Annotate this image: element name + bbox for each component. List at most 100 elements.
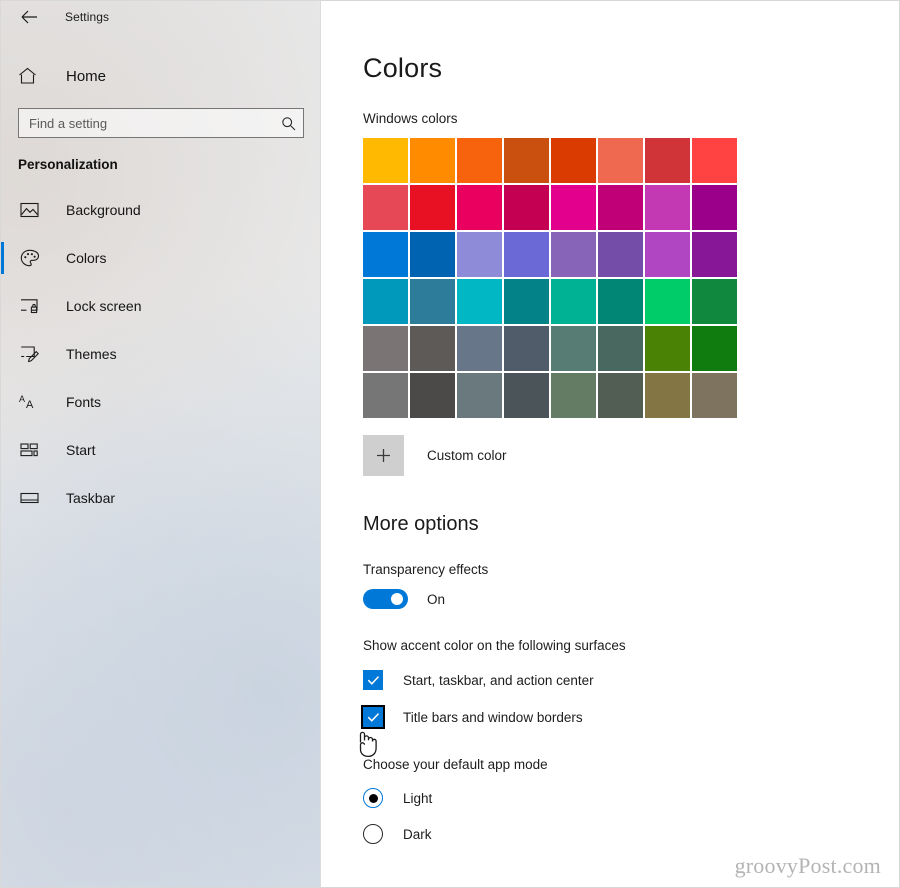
color-swatch[interactable] xyxy=(410,185,455,230)
image-icon xyxy=(18,199,40,221)
color-swatch[interactable] xyxy=(598,232,643,277)
checkbox-start-taskbar[interactable] xyxy=(363,670,383,690)
window-titlebar: Settings xyxy=(1,1,320,33)
transparency-toggle[interactable] xyxy=(363,589,408,609)
color-swatch[interactable] xyxy=(410,232,455,277)
color-swatch[interactable] xyxy=(363,373,408,418)
sidebar-item-themes[interactable]: Themes xyxy=(1,330,320,378)
color-swatch[interactable] xyxy=(645,185,690,230)
color-swatch[interactable] xyxy=(457,373,502,418)
color-swatch[interactable] xyxy=(692,138,737,183)
color-swatch[interactable] xyxy=(457,279,502,324)
color-swatch[interactable] xyxy=(410,138,455,183)
color-swatch[interactable] xyxy=(363,185,408,230)
radio-row-light[interactable]: Light xyxy=(321,788,899,808)
accent-surfaces-label: Show accent color on the following surfa… xyxy=(363,638,626,653)
windows-colors-grid xyxy=(363,138,737,418)
svg-text:A: A xyxy=(19,394,25,404)
sidebar-item-lock-screen[interactable]: Lock screen xyxy=(1,282,320,330)
color-swatch[interactable] xyxy=(410,373,455,418)
sidebar-item-start[interactable]: Start xyxy=(1,426,320,474)
color-swatch[interactable] xyxy=(504,279,549,324)
fonts-aa-icon: A A xyxy=(18,391,40,413)
search-icon[interactable] xyxy=(279,116,297,131)
checkbox-row-start-taskbar[interactable]: Start, taskbar, and action center xyxy=(321,670,899,690)
plus-icon[interactable] xyxy=(363,435,404,476)
color-swatch[interactable] xyxy=(692,326,737,371)
color-swatch[interactable] xyxy=(504,232,549,277)
color-swatch[interactable] xyxy=(551,279,596,324)
start-tiles-icon xyxy=(18,439,40,461)
radio-light[interactable] xyxy=(363,788,383,808)
radio-row-dark[interactable]: Dark xyxy=(321,824,899,844)
color-swatch[interactable] xyxy=(598,138,643,183)
toggle-knob xyxy=(391,593,403,605)
checkbox-label: Start, taskbar, and action center xyxy=(403,672,594,688)
color-swatch[interactable] xyxy=(645,138,690,183)
color-swatch[interactable] xyxy=(598,373,643,418)
selection-indicator xyxy=(1,242,4,274)
color-swatch[interactable] xyxy=(692,279,737,324)
color-swatch[interactable] xyxy=(645,232,690,277)
sidebar-item-colors[interactable]: Colors xyxy=(1,234,320,282)
back-arrow-icon[interactable] xyxy=(13,2,45,32)
checkbox-row-title-bars[interactable]: Title bars and window borders xyxy=(321,705,899,729)
sidebar-home-label: Home xyxy=(66,67,107,85)
color-swatch[interactable] xyxy=(504,185,549,230)
color-swatch[interactable] xyxy=(692,232,737,277)
checkbox-title-bars[interactable] xyxy=(361,705,385,729)
more-options-title: More options xyxy=(363,513,479,535)
color-swatch[interactable] xyxy=(504,373,549,418)
color-swatch[interactable] xyxy=(692,373,737,418)
sidebar-item-label: Colors xyxy=(66,250,107,266)
page-title: Colors xyxy=(363,53,443,83)
color-swatch[interactable] xyxy=(504,138,549,183)
transparency-toggle-row: On xyxy=(321,589,899,609)
color-swatch[interactable] xyxy=(551,138,596,183)
radio-label: Dark xyxy=(403,826,432,842)
radio-dark[interactable] xyxy=(363,824,383,844)
color-swatch[interactable] xyxy=(645,326,690,371)
color-swatch[interactable] xyxy=(551,232,596,277)
color-swatch[interactable] xyxy=(692,185,737,230)
sidebar-item-home[interactable]: Home xyxy=(1,56,320,96)
search-input[interactable] xyxy=(29,115,279,131)
sidebar-item-fonts[interactable]: A A Fonts xyxy=(1,378,320,426)
radio-label: Light xyxy=(403,790,433,806)
color-swatch[interactable] xyxy=(457,232,502,277)
search-box[interactable] xyxy=(18,108,304,138)
palette-icon xyxy=(18,247,40,269)
color-swatch[interactable] xyxy=(363,326,408,371)
color-swatch[interactable] xyxy=(363,279,408,324)
color-swatch[interactable] xyxy=(645,373,690,418)
sidebar-section-title: Personalization xyxy=(18,157,118,172)
sidebar-item-background[interactable]: Background xyxy=(1,186,320,234)
sidebar-item-label: Themes xyxy=(66,346,117,362)
color-swatch[interactable] xyxy=(410,326,455,371)
color-swatch[interactable] xyxy=(457,326,502,371)
color-swatch[interactable] xyxy=(645,279,690,324)
color-swatch[interactable] xyxy=(598,326,643,371)
color-swatch[interactable] xyxy=(504,326,549,371)
checkbox-label: Title bars and window borders xyxy=(403,709,583,725)
color-swatch[interactable] xyxy=(363,138,408,183)
color-swatch[interactable] xyxy=(363,232,408,277)
color-swatch[interactable] xyxy=(457,138,502,183)
windows-colors-label: Windows colors xyxy=(363,111,458,126)
color-swatch[interactable] xyxy=(598,185,643,230)
color-swatch[interactable] xyxy=(551,326,596,371)
transparency-toggle-state: On xyxy=(427,591,446,607)
custom-color-row[interactable]: Custom color xyxy=(363,435,899,476)
color-swatch[interactable] xyxy=(457,185,502,230)
sidebar-item-taskbar[interactable]: Taskbar xyxy=(1,474,320,522)
radio-dot xyxy=(368,793,378,803)
settings-window: Settings Home Personalization xyxy=(0,0,900,888)
transparency-effects-label: Transparency effects xyxy=(363,562,489,577)
themes-brush-icon xyxy=(18,343,40,365)
color-swatch[interactable] xyxy=(410,279,455,324)
color-swatch[interactable] xyxy=(551,373,596,418)
lock-screen-icon xyxy=(18,295,40,317)
color-swatch[interactable] xyxy=(551,185,596,230)
custom-color-label: Custom color xyxy=(427,448,507,463)
color-swatch[interactable] xyxy=(598,279,643,324)
